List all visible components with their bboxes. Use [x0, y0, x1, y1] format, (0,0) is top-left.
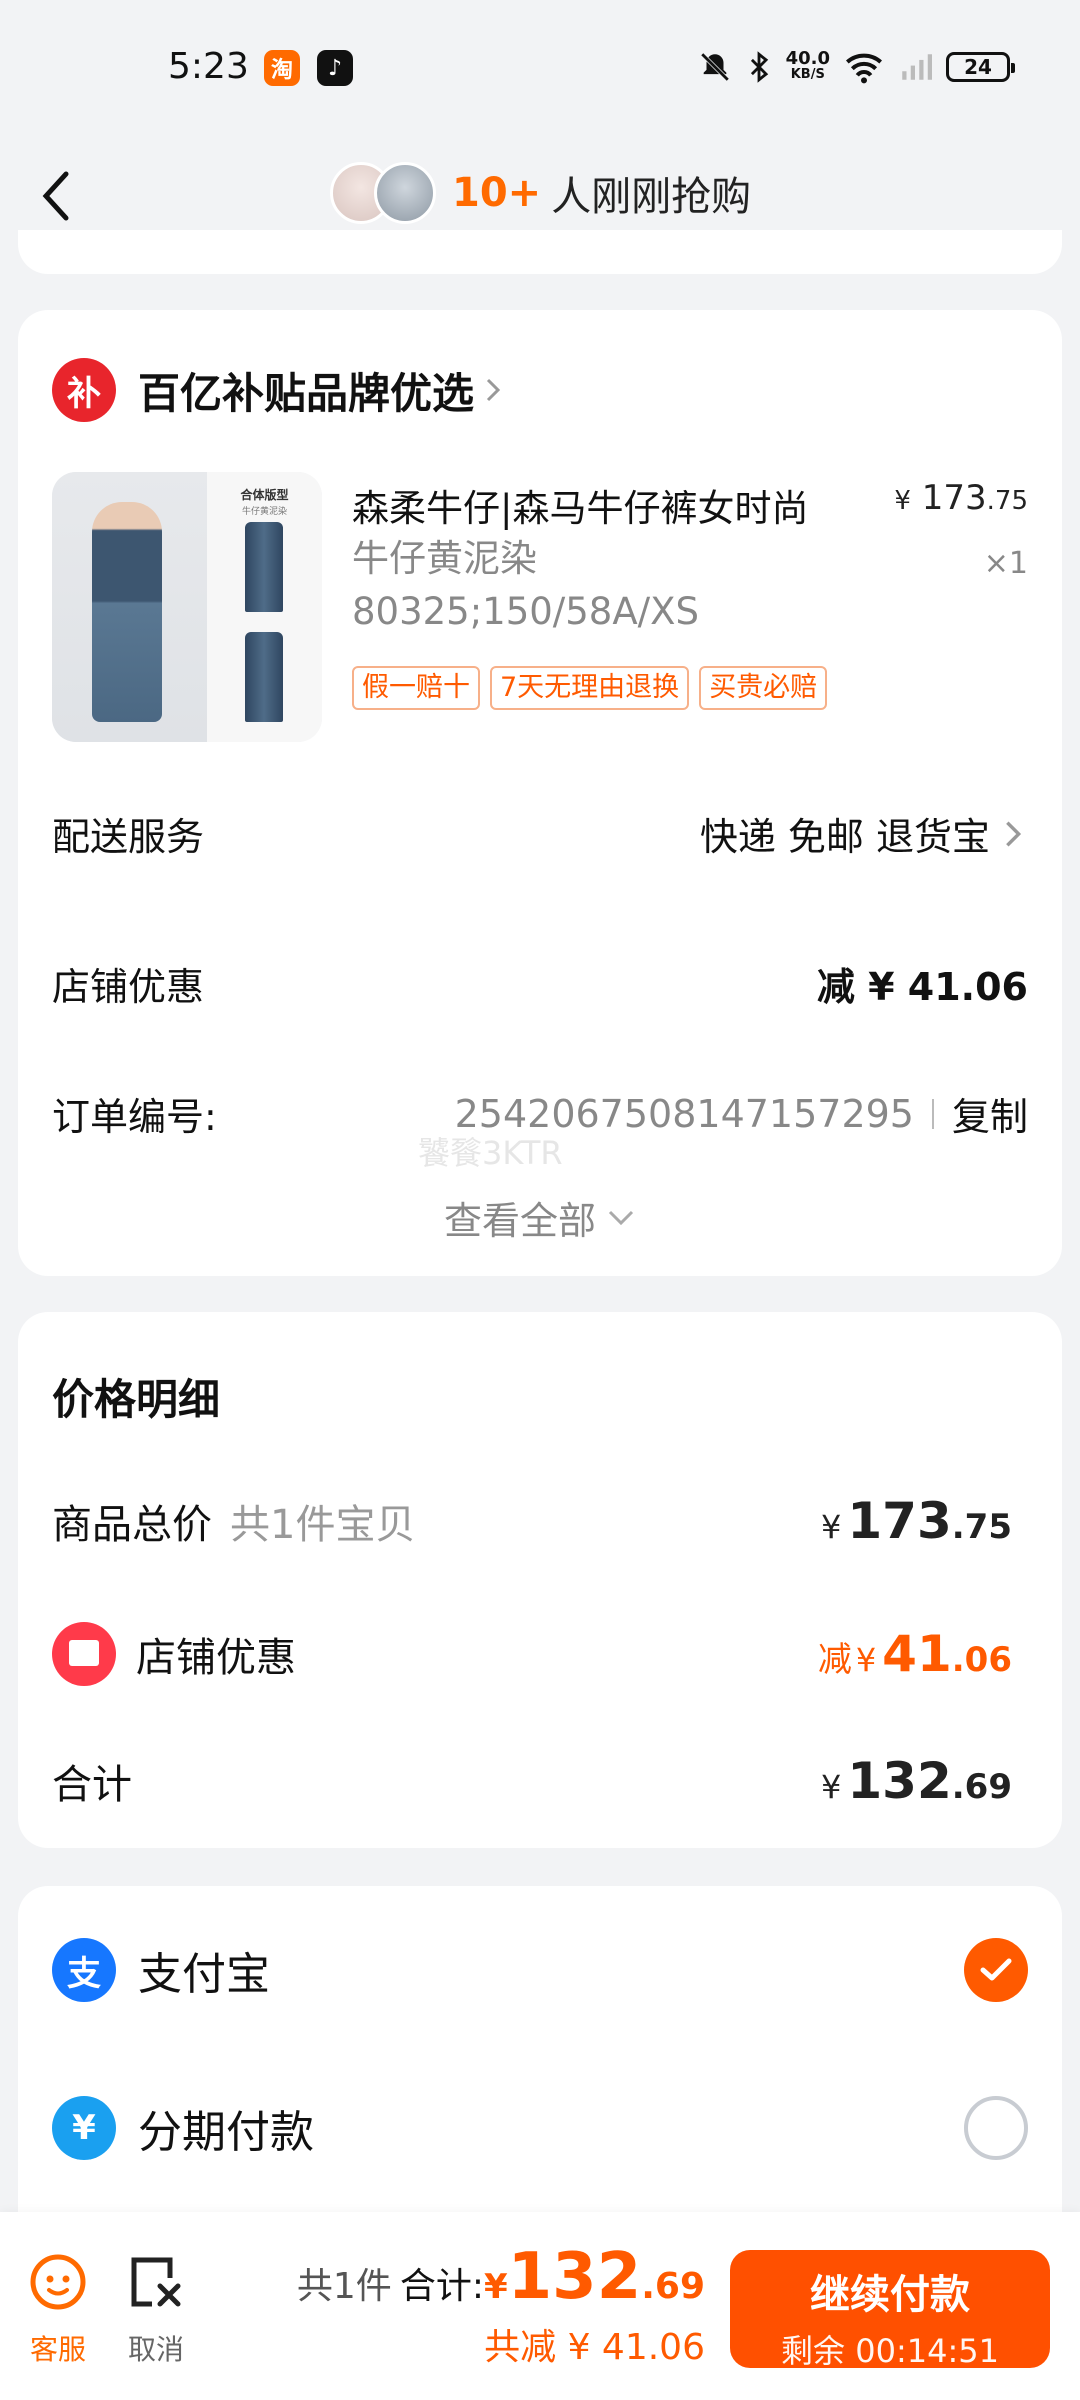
shop-discount-amount: 减 ¥ 41 .06	[817, 1625, 1012, 1683]
total-label: 合计:	[399, 2266, 484, 2307]
continue-payment-button[interactable]: 继续付款 剩余 00:14:51	[730, 2250, 1050, 2370]
saved-amount: 共减 ¥ 41.06	[484, 2327, 705, 2368]
payment-name: 分期付款	[138, 2107, 314, 2158]
total-row: 合计 ¥ 132 .69	[52, 1752, 1012, 1810]
bluetooth-icon	[750, 51, 768, 83]
price-detail-title: 价格明细	[52, 1375, 221, 1424]
cancel-order-icon	[131, 2257, 181, 2307]
radio-unselected[interactable]	[964, 2096, 1028, 2160]
customer-service-icon	[30, 2254, 86, 2310]
price-detail-card: 价格明细 商品总价 共1件宝贝 ¥ 173 .75 店铺优惠 减 ¥ 41 .0…	[18, 1312, 1062, 1848]
jeans-front-image	[245, 522, 283, 612]
installment-icon: ¥	[52, 2096, 116, 2160]
order-number-label: 订单编号:	[52, 1095, 217, 1139]
jeans-back-image	[245, 632, 283, 722]
goods-count: 共1件宝贝	[230, 1502, 416, 1548]
delivery-label: 配送服务	[52, 815, 205, 859]
shop-discount-value: 减 ¥ 41.06	[816, 965, 1028, 1009]
checkmark-icon	[980, 1958, 1012, 1981]
subsidy-badge-icon: 补	[52, 358, 116, 422]
top-card-edge	[18, 230, 1062, 274]
battery-icon: 24	[946, 52, 1015, 82]
payment-name: 支付宝	[138, 1949, 270, 2000]
douyin-app-icon: ♪	[317, 50, 353, 86]
buyer-text: 人刚刚抢购	[551, 174, 752, 220]
order-card: 补 百亿补贴品牌优选 合体版型 牛仔黄泥染 森柔牛仔|森马牛仔裤女时尚 牛仔黄泥…	[18, 310, 1062, 1276]
shop-discount-label: 店铺优惠	[52, 965, 205, 1009]
status-bar: 5:23 淘 ♪ 40.0 KB/S 24	[0, 0, 1080, 140]
chevron-left-icon	[42, 171, 69, 221]
product-title[interactable]: 森柔牛仔|森马牛仔裤女时尚	[352, 478, 872, 532]
wifi-icon	[846, 53, 882, 84]
bottom-bar: 客服 取消 共1件 合计: ¥ 132 .69 共减 ¥ 41.06 继续付款 …	[0, 2212, 1080, 2400]
shop-row[interactable]: 补 百亿补贴品牌优选	[52, 358, 502, 422]
shop-name: 百亿补贴品牌优选	[138, 368, 475, 418]
tag-fake-compensation[interactable]: 假一赔十	[352, 666, 480, 710]
payment-option-alipay[interactable]: 支 支付宝	[52, 1938, 1028, 2002]
mute-bell-icon	[700, 52, 729, 82]
goods-total-amount: ¥ 173 .75	[821, 1492, 1012, 1550]
goods-total-row: 商品总价 共1件宝贝 ¥ 173 .75	[52, 1492, 1012, 1550]
shop-discount-detail-label: 店铺优惠	[136, 1635, 296, 1681]
view-all-button[interactable]: 查看全部	[18, 1190, 1062, 1245]
chevron-right-icon	[1006, 820, 1022, 847]
total-amount: ¥ 132 .69	[821, 1752, 1012, 1810]
buyer-count: 10+	[452, 170, 542, 216]
payment-option-installment[interactable]: ¥ 分期付款	[52, 2096, 1028, 2160]
signal-icon	[902, 54, 932, 80]
delivery-row[interactable]: 配送服务 快递 免邮 退货宝	[52, 806, 1028, 861]
radio-selected[interactable]	[964, 1938, 1028, 2002]
tag-price-guarantee[interactable]: 买贵必赔	[699, 666, 828, 710]
net-speed: 40.0 KB/S	[785, 48, 830, 83]
total-label: 合计	[52, 1762, 132, 1808]
chevron-down-icon	[608, 1210, 634, 1225]
product-spec: 牛仔黄泥染80325;150/58A/XS	[352, 537, 699, 633]
avatar-group	[330, 158, 440, 228]
model-figure	[92, 502, 162, 722]
product-image[interactable]: 合体版型 牛仔黄泥染	[52, 472, 322, 742]
customer-service-button[interactable]: 客服	[18, 2252, 98, 2368]
tag-7day-return[interactable]: 7天无理由退换	[490, 666, 690, 710]
chevron-right-icon	[486, 378, 501, 402]
goods-total-label: 商品总价	[52, 1502, 212, 1548]
countdown-timer: 剩余 00:14:51	[781, 2332, 999, 2370]
shop-discount-detail-row: 店铺优惠 减 ¥ 41 .06	[52, 1622, 1012, 1686]
status-time: 5:23	[168, 46, 249, 87]
product-price: ¥ 173.75	[894, 478, 1028, 518]
product-quantity: ×1	[983, 546, 1028, 581]
cancel-order-button[interactable]: 取消	[116, 2252, 196, 2368]
copy-button[interactable]: 复制	[952, 1086, 1028, 1141]
divider	[931, 1098, 934, 1129]
total-amount: 132	[507, 2240, 642, 2314]
shop-discount-row: 店铺优惠 减 ¥ 41.06	[52, 956, 1028, 1011]
avatar	[374, 162, 436, 224]
order-summary: 共1件 合计: ¥ 132 .69 共减 ¥ 41.06	[296, 2240, 705, 2368]
watermark: 饕餮3KTR	[418, 1134, 563, 1172]
shop-icon	[52, 1622, 116, 1686]
recent-buyers: 10+ 人刚刚抢购	[330, 158, 751, 228]
item-count: 共1件	[296, 2266, 392, 2307]
taobao-app-icon: 淘	[264, 50, 300, 86]
back-button[interactable]	[36, 166, 86, 226]
service-tags: 假一赔十 7天无理由退换 买贵必赔	[352, 666, 828, 710]
delivery-value: 快递 免邮 退货宝	[699, 815, 990, 859]
status-right: 40.0 KB/S 24	[698, 48, 1015, 84]
alipay-icon: 支	[52, 1938, 116, 2002]
